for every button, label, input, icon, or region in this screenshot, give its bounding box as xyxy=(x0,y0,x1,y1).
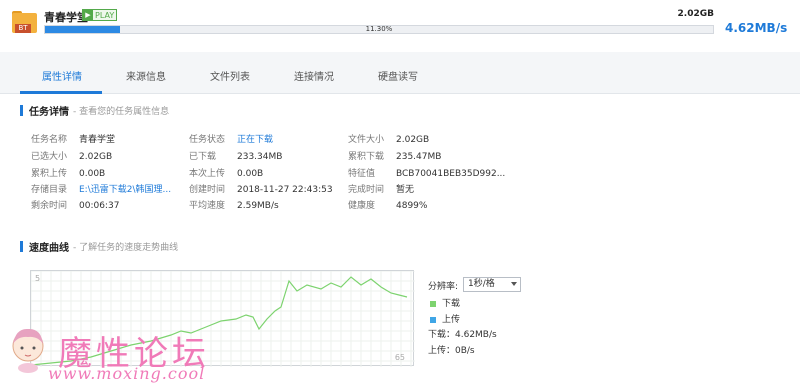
progress-percent: 11.30% xyxy=(365,25,393,33)
task-details-header: 任务详情 - 查看您的任务属性信息 xyxy=(20,103,169,118)
prop-hash: 特征值 BCB70041BEB35D992... xyxy=(348,169,506,179)
speed-curve-header: 速度曲线 - 了解任务的速度走势曲线 xyxy=(20,239,178,254)
tab-sources[interactable]: 来源信息 xyxy=(126,68,166,83)
anime-girl-icon xyxy=(12,328,44,373)
upload-swatch xyxy=(430,316,436,323)
resolution-select[interactable]: 1秒/格 xyxy=(463,277,521,292)
storage-dir-link[interactable]: E:\迅雷下载2\韩国理... xyxy=(79,185,171,195)
prop-file-size: 文件大小 2.02GB xyxy=(348,135,430,145)
watermark-url: www.moxing.cool xyxy=(48,364,206,383)
prop-total-download: 累积下载 235.47MB xyxy=(348,152,442,162)
download-progress-bar: 11.30% xyxy=(44,25,714,34)
total-size: 2.02GB xyxy=(677,9,714,19)
tab-connections[interactable]: 连接情况 xyxy=(294,68,334,83)
active-tab-indicator xyxy=(20,91,102,94)
detail-tabs: 属性详情 来源信息 文件列表 连接情况 硬盘读写 xyxy=(0,52,800,94)
prop-completed-time: 完成时间 暂无 xyxy=(348,185,415,195)
download-swatch xyxy=(430,300,436,307)
prop-created-time: 创建时间 2018-11-27 22:43:53 xyxy=(189,185,333,195)
tab-file-list[interactable]: 文件列表 xyxy=(210,68,250,83)
prop-downloaded: 已下载 233.34MB xyxy=(189,152,283,162)
watermark: 魔性论坛 www.moxing.cool xyxy=(0,318,230,388)
bt-label: BT xyxy=(15,24,31,33)
prop-total-upload: 累积上传 0.00B xyxy=(31,169,106,179)
download-speed-readout: 下载：4.62MB/s xyxy=(428,330,497,340)
prop-storage-dir: 存储目录 E:\迅雷下载2\韩国理... xyxy=(31,185,172,195)
upload-speed-readout: 上传：0B/s xyxy=(428,346,475,356)
task-details-title: 任务详情 xyxy=(29,107,69,118)
prop-session-upload: 本次上传 0.00B xyxy=(189,169,264,179)
play-icon: ▶ xyxy=(83,10,93,20)
prop-average-speed: 平均速度 2.59MB/s xyxy=(189,201,279,211)
prop-selected-size: 已选大小 2.02GB xyxy=(31,152,113,162)
speed-curve-title: 速度曲线 xyxy=(29,243,69,254)
prop-task-status: 任务状态 正在下载 xyxy=(189,135,274,145)
chart-axis-top: 5 xyxy=(35,274,41,283)
chart-axis-bottom: 65 xyxy=(394,353,405,362)
play-label: PLAY xyxy=(95,10,115,20)
legend-upload: 上传 xyxy=(430,312,460,325)
speed-curve-subtitle: - 了解任务的速度走势曲线 xyxy=(73,243,179,253)
prop-remaining-time: 剩余时间 00:06:37 xyxy=(31,201,120,211)
play-button[interactable]: ▶ PLAY xyxy=(82,9,118,21)
current-speed: 4.62MB/s xyxy=(725,21,788,35)
legend-download: 下载 xyxy=(430,296,460,309)
tab-properties[interactable]: 属性详情 xyxy=(42,68,82,83)
prop-task-name: 任务名称 青春学堂 xyxy=(31,135,116,145)
prop-health: 健康度 4899% xyxy=(348,201,428,211)
bt-folder-icon: BT xyxy=(12,11,37,35)
resolution-label: 分辨率: xyxy=(428,282,459,292)
task-header: BT 青春学堂 ▶ PLAY 2.02GB 11.30% 4.62MB/s xyxy=(0,0,800,50)
task-details-subtitle: - 查看您的任务属性信息 xyxy=(73,107,170,117)
tab-disk-io[interactable]: 硬盘读写 xyxy=(378,68,418,83)
chevron-down-icon xyxy=(511,282,517,286)
